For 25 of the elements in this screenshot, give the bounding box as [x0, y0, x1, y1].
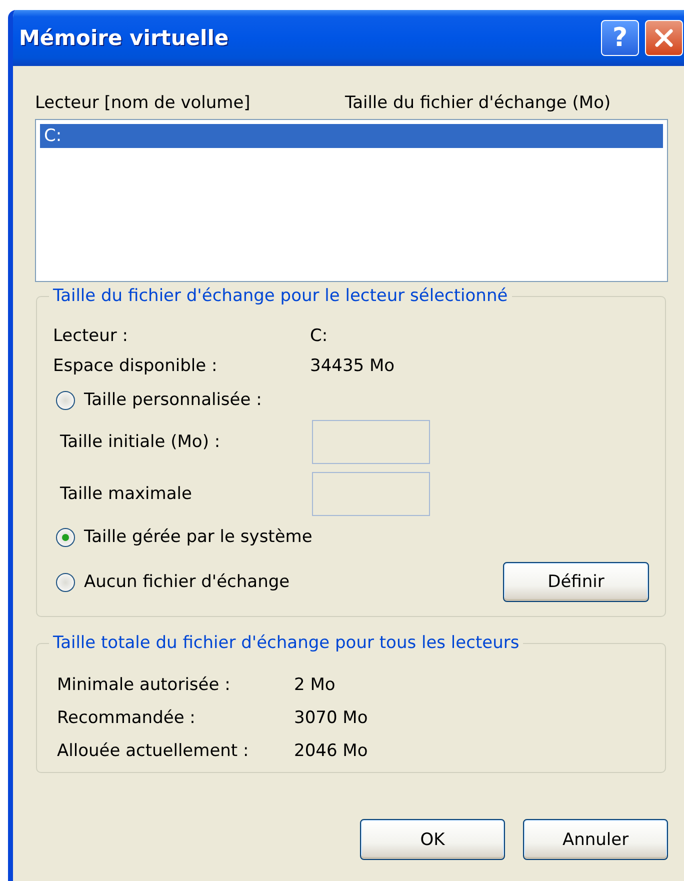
group-title: Taille du fichier d'échange pour le lecteur sélectionné	[52, 285, 509, 307]
column-header: Lecteur [nom de volume]	[35, 93, 252, 113]
help-button[interactable]: ?	[601, 20, 639, 56]
info-value: 34435 Mo	[310, 356, 396, 376]
set-button[interactable]: Définir	[503, 562, 649, 602]
cancel-button[interactable]: Annuler	[523, 819, 668, 860]
info-label: Espace disponible :	[53, 356, 218, 376]
window-title: Mémoire virtuelle	[19, 26, 230, 50]
total-label: Recommandée :	[57, 708, 196, 728]
info-value: C:	[310, 326, 329, 346]
field-label: Taille initiale (Mo) :	[60, 432, 222, 452]
drive-row[interactable]: C:	[40, 124, 663, 148]
total-label: Minimale autorisée :	[57, 674, 232, 694]
group-title: Taille totale du fichier d'échange pour tous les lecteurs	[52, 632, 520, 654]
total-value: 3070 Mo	[294, 708, 369, 728]
total-label: Allouée actuellement :	[57, 740, 250, 760]
field-label: Taille maximale	[60, 484, 193, 504]
ok-button[interactable]: OK	[360, 819, 505, 860]
column-header: Taille du fichier d'échange (Mo)	[345, 93, 611, 113]
radio-label[interactable]: Taille gérée par le système	[84, 527, 312, 547]
total-value: 2 Mo	[294, 674, 336, 694]
radio-label[interactable]: Taille personnalisée :	[84, 390, 262, 410]
radio-label[interactable]: Aucun fichier d'échange	[84, 572, 290, 592]
total-value: 2046 Mo	[294, 740, 369, 760]
info-label: Lecteur :	[53, 326, 129, 346]
